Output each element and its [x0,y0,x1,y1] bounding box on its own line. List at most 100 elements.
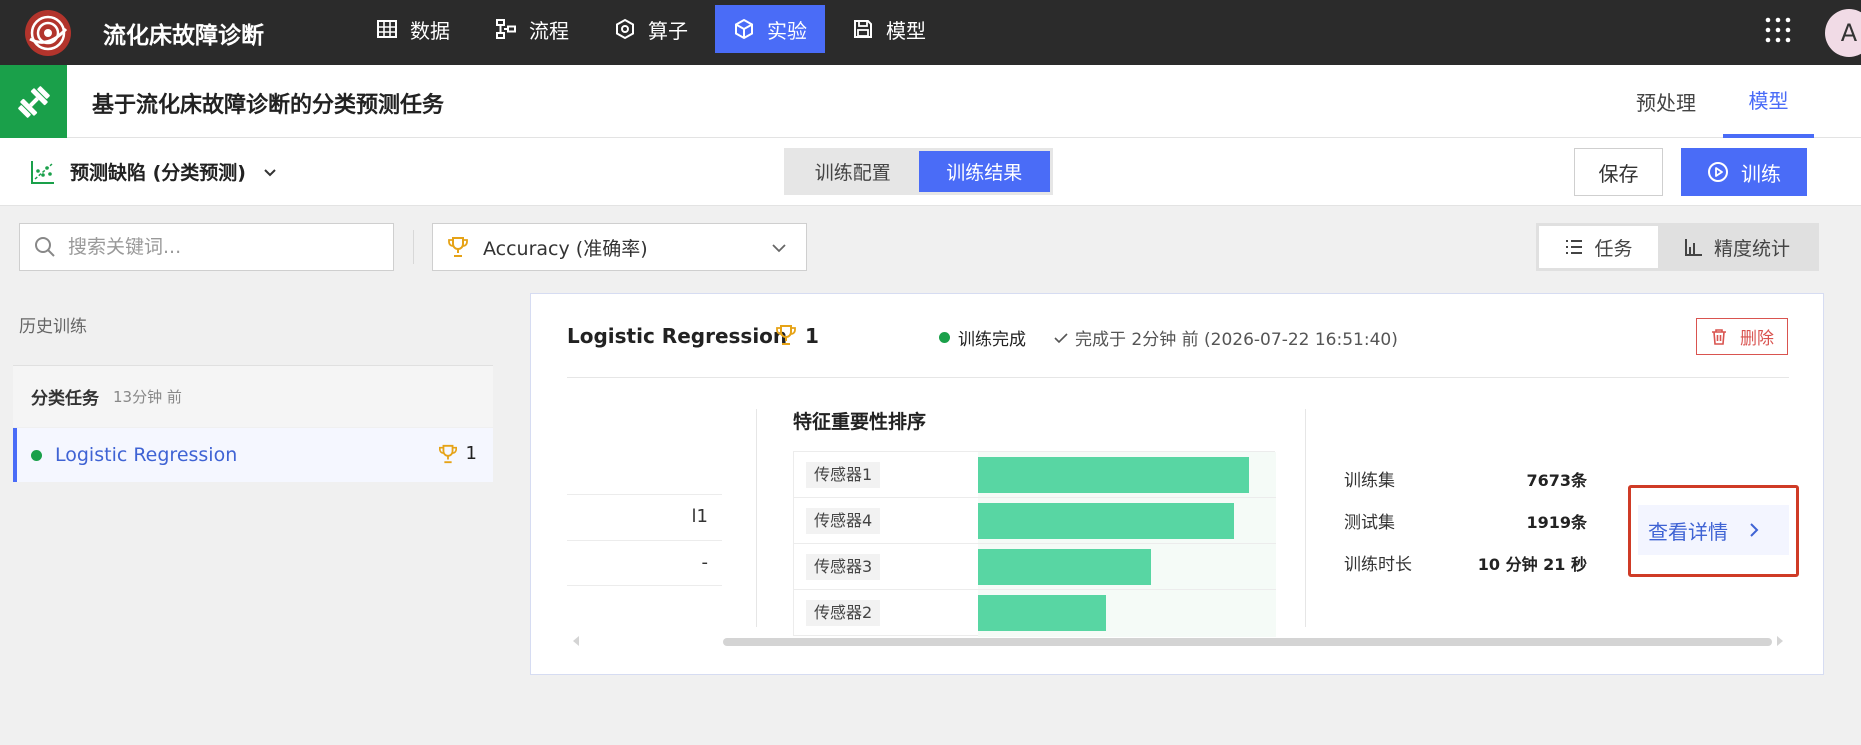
chevron-right-icon [1750,523,1759,537]
tab-preprocess[interactable]: 预处理 [1636,65,1696,138]
history-group[interactable]: 分类任务 13分钟 前 [13,365,493,427]
feature-bar [978,457,1249,493]
history-group-name: 分类任务 [31,389,99,409]
trophy-icon [448,237,468,257]
task-icon [0,65,67,138]
table-icon [377,20,397,38]
dumbbell-icon [17,85,50,118]
train-button[interactable]: 训练 [1681,148,1807,196]
toolbar: 预测缺陷 (分类预测) 训练配置 训练结果 保存 训练 [0,138,1861,206]
check-icon [1054,332,1068,343]
filter-divider [413,230,414,264]
param-row: - [567,540,722,586]
feature-importance-chart: 传感器1 传感器4 传感器3 传感器2 [793,451,1276,637]
history-label: 历史训练 [19,317,87,337]
apps-grid-icon[interactable] [1764,16,1792,44]
cube-icon [735,18,753,40]
completed-time: 完成于 2分钟 前 (2026-07-22 16:51:40) [1053,325,1398,350]
main-nav: 数据 流程 算子 实验 模型 [358,5,953,53]
save-button[interactable]: 保存 [1574,148,1663,196]
trash-icon [1712,328,1726,345]
user-avatar[interactable]: A [1825,9,1861,57]
trophy-icon [776,325,796,345]
view-tasks[interactable]: 任务 [1539,226,1658,268]
tab-model[interactable]: 模型 [1723,65,1814,138]
app-logo-icon[interactable] [24,9,72,57]
model-name: Logistic Regression [567,324,788,348]
completed-text: 完成于 2分钟 前 (2026-07-22 16:51:40) [1075,330,1398,350]
operator-icon [616,18,634,40]
nav-item-experiment[interactable]: 实验 [715,5,825,53]
stat-value: 10 分钟 21 秒 [1477,555,1587,574]
feature-bar [978,549,1151,585]
segment-train-result[interactable]: 训练结果 [918,151,1050,192]
feature-bar [978,595,1106,631]
delete-label: 删除 [1740,329,1774,349]
feature-importance-title: 特征重要性排序 [793,411,927,433]
nav-item-label: 实验 [767,18,807,43]
stat-label: 训练时长 [1344,555,1412,575]
model-rank: 1 [805,324,819,348]
list-icon [1566,240,1583,254]
task-title: 基于流化床故障诊断的分类预测任务 [92,93,445,118]
nav-item-model[interactable]: 模型 [834,5,944,53]
delete-button[interactable]: 删除 [1696,318,1788,355]
feature-label: 传感器4 [806,508,881,534]
target-select-label: 预测缺陷 (分类预测) [70,162,246,184]
stat-value: 7673条 [1526,471,1587,490]
nav-item-data[interactable]: 数据 [358,5,468,53]
nav-item-label: 流程 [529,18,569,43]
top-bar: 流化床故障诊断 数据 流程 算子 实验 模型 A [0,0,1861,65]
nav-item-operator[interactable]: 算子 [596,5,706,53]
feature-label: 传感器3 [806,554,881,580]
run-rank: 1 [465,443,477,464]
play-circle-icon [1708,162,1728,182]
bar-chart-icon [1684,239,1702,256]
target-select[interactable]: 预测缺陷 (分类预测) [30,158,278,185]
result-segment-control: 训练配置 训练结果 [784,148,1053,195]
history-group-time: 13分钟 前 [113,388,182,406]
result-card: Logistic Regression 1 训练完成 完成于 2分钟 前 (20… [530,293,1824,675]
metric-select[interactable]: Accuracy (准确率) [432,223,807,271]
history-run-item[interactable]: Logistic Regression 1 [13,428,493,482]
view-detail-label: 查看详情 [1648,519,1728,544]
feature-label: 传感器2 [806,600,881,626]
column-divider [756,409,757,627]
feature-row: 传感器2 [794,590,1276,636]
search-icon [35,237,55,257]
app-title: 流化床故障诊断 [103,23,264,49]
nav-item-label: 数据 [410,18,450,43]
chevron-down-icon [772,244,786,253]
view-tasks-label: 任务 [1594,237,1633,260]
metric-select-label: Accuracy (准确率) [483,237,648,260]
stat-label: 测试集 [1344,513,1395,533]
view-toggle: 任务 精度统计 [1536,223,1819,271]
search-box[interactable] [19,223,394,271]
chevron-down-icon [264,168,276,176]
status-text: 训练完成 [958,330,1026,350]
scroll-right-arrow[interactable] [1777,636,1783,646]
feature-row: 传感器4 [794,498,1276,544]
view-accuracy-stats-label: 精度统计 [1713,237,1790,260]
nav-item-flow[interactable]: 流程 [477,5,587,53]
flow-icon [496,19,516,39]
trophy-icon [439,444,457,464]
stat-label: 训练集 [1344,471,1395,491]
run-name: Logistic Regression [55,444,238,466]
feature-row: 传感器1 [794,452,1276,498]
status-dot [31,449,42,461]
search-input[interactable] [68,236,368,258]
status-dot [939,332,950,343]
stat-value: 1919条 [1526,513,1587,532]
nav-item-label: 模型 [886,18,926,43]
card-divider [567,377,1789,378]
feature-bar [978,503,1234,539]
scroll-left-arrow[interactable] [573,636,579,646]
view-accuracy-stats[interactable]: 精度统计 [1658,226,1816,268]
param-row: l1 [567,494,722,540]
view-detail-button[interactable]: 查看详情 [1638,505,1789,555]
horizontal-scrollbar[interactable] [723,638,1772,646]
scatter-chart-icon [31,160,54,184]
task-header: 基于流化床故障诊断的分类预测任务 预处理 模型 [0,65,1861,138]
segment-train-config[interactable]: 训练配置 [787,151,919,192]
